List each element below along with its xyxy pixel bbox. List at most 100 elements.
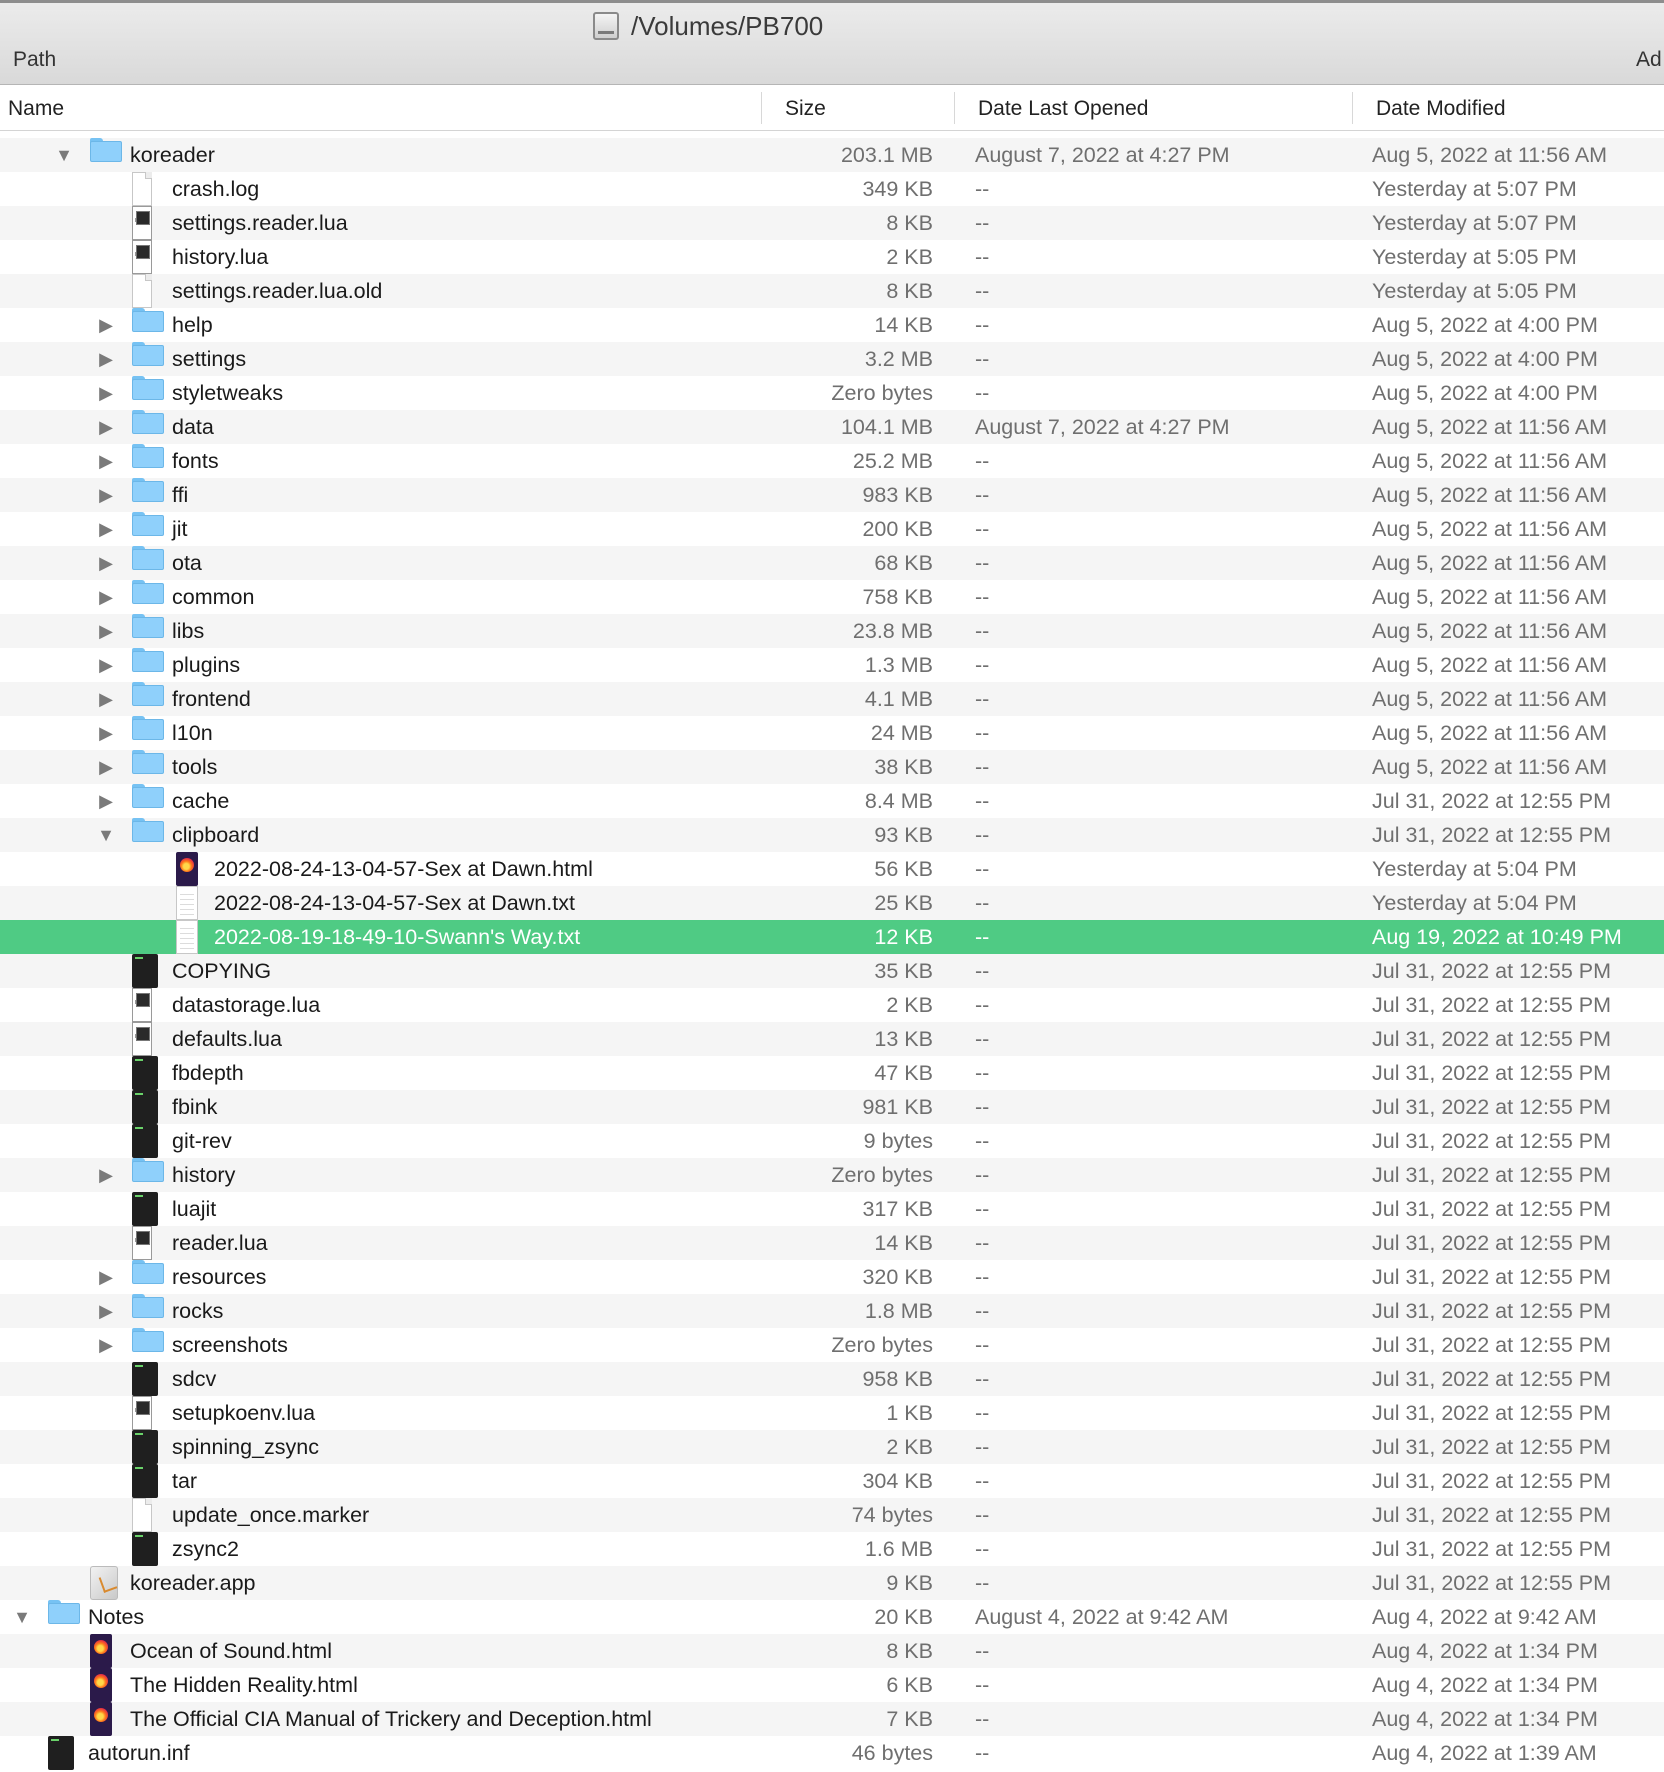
cell-size: 74 bytes — [851, 1503, 933, 1527]
table-row[interactable]: ▶ libs 23.8 MB -- Aug 5, 2022 at 11:56 AM — [0, 614, 1664, 648]
table-row[interactable]: update_once.marker 74 bytes -- Jul 31, 2022… — [0, 1498, 1664, 1532]
column-header-date-last-opened[interactable]: Date Last Opened — [978, 86, 1148, 130]
table-row[interactable]: 2022-08-24-13-04-57-Sex at Dawn.html 56 K… — [0, 852, 1664, 886]
table-row[interactable]: ▶ history Zero bytes -- Jul 31, 2022 at 12:5… — [0, 1158, 1664, 1192]
folder-icon — [132, 546, 164, 580]
disclosure-collapsed-icon[interactable]: ▶ — [96, 682, 116, 716]
lua-file-icon — [132, 1224, 152, 1260]
table-row[interactable]: The Hidden Reality.html 6 KB -- Aug 4, 2022… — [0, 1668, 1664, 1702]
column-header-size[interactable]: Size — [785, 86, 826, 130]
table-row[interactable]: settings.reader.lua 8 KB -- Yesterday at 5:… — [0, 204, 1664, 240]
disclosure-collapsed-icon[interactable]: ▶ — [96, 648, 116, 682]
disclosure-collapsed-icon[interactable]: ▶ — [96, 444, 116, 478]
column-header-date-modified[interactable]: Date Modified — [1376, 86, 1506, 130]
table-row[interactable]: ▶ ffi 983 KB -- Aug 5, 2022 at 11:56 AM — [0, 478, 1664, 512]
disclosure-collapsed-icon[interactable]: ▶ — [96, 1328, 116, 1362]
column-divider[interactable] — [761, 92, 762, 124]
table-row[interactable]: 2022-08-24-13-04-57-Sex at Dawn.txt 25 KB… — [0, 886, 1664, 920]
cell-modified: Aug 5, 2022 at 11:56 AM — [1372, 721, 1608, 745]
cell-modified: Aug 5, 2022 at 11:56 AM — [1372, 415, 1608, 439]
table-row[interactable]: ▶ frontend 4.1 MB -- Aug 5, 2022 at 11:56 AM — [0, 682, 1664, 716]
table-row[interactable]: ▶ l10n 24 MB -- Aug 5, 2022 at 11:56 AM — [0, 716, 1664, 750]
folder-icon — [132, 784, 164, 818]
column-divider[interactable] — [954, 92, 955, 124]
table-row[interactable]: 2022-08-19-18-49-10-Swann's Way.txt 12 KB… — [0, 920, 1664, 954]
table-row[interactable]: ▶ common 758 KB -- Aug 5, 2022 at 11:56 AM — [0, 580, 1664, 614]
disclosure-collapsed-icon[interactable]: ▶ — [96, 1260, 116, 1294]
disclosure-collapsed-icon[interactable]: ▶ — [96, 512, 116, 546]
folder-icon — [132, 1328, 164, 1362]
cell-opened: -- — [975, 993, 990, 1017]
cell-opened: -- — [975, 1435, 990, 1459]
table-row[interactable]: ▶ help 14 KB -- Aug 5, 2022 at 4:00 PM — [0, 308, 1664, 342]
disclosure-expanded-icon[interactable]: ▼ — [12, 1600, 32, 1634]
table-row[interactable]: COPYING 35 KB -- Jul 31, 2022 at 12:55 PM — [0, 954, 1664, 988]
table-row[interactable]: sdcv 958 KB -- Jul 31, 2022 at 12:55 PM — [0, 1362, 1664, 1396]
column-header-name[interactable]: Name — [8, 86, 64, 130]
cell-size: 4.1 MB — [864, 687, 933, 711]
disclosure-expanded-icon[interactable]: ▼ — [96, 818, 116, 852]
disclosure-collapsed-icon[interactable]: ▶ — [96, 1158, 116, 1192]
cell-name: COPYING — [172, 959, 272, 983]
table-row[interactable]: ▶ plugins 1.3 MB -- Aug 5, 2022 at 11:56 AM — [0, 648, 1664, 682]
column-divider[interactable] — [1352, 92, 1353, 124]
disclosure-collapsed-icon[interactable]: ▶ — [96, 342, 116, 376]
disclosure-collapsed-icon[interactable]: ▶ — [96, 1294, 116, 1328]
table-row[interactable]: reader.lua 14 KB -- Jul 31, 2022 at 12:55 P… — [0, 1224, 1664, 1260]
disclosure-collapsed-icon[interactable]: ▶ — [96, 716, 116, 750]
table-row[interactable]: fbink 981 KB -- Jul 31, 2022 at 12:55 PM — [0, 1090, 1664, 1124]
disclosure-expanded-icon[interactable]: ▼ — [54, 138, 74, 172]
table-row[interactable]: history.lua 2 KB -- Yesterday at 5:05 PM — [0, 238, 1664, 274]
table-row[interactable]: ▶ rocks 1.8 MB -- Jul 31, 2022 at 12:55 PM — [0, 1294, 1664, 1328]
table-row[interactable]: ▼ clipboard 93 KB -- Jul 31, 2022 at 12:55 P… — [0, 818, 1664, 852]
table-row[interactable]: ▼ Notes 20 KB August 4, 2022 at 9:42 AM Aug … — [0, 1600, 1664, 1634]
cell-size: 1.6 MB — [864, 1537, 933, 1561]
table-row[interactable]: koreader.app 9 KB -- Jul 31, 2022 at 12:55 … — [0, 1566, 1664, 1600]
table-row[interactable]: tar 304 KB -- Jul 31, 2022 at 12:55 PM — [0, 1464, 1664, 1498]
table-row[interactable]: luajit 317 KB -- Jul 31, 2022 at 12:55 PM — [0, 1192, 1664, 1226]
table-row[interactable]: defaults.lua 13 KB -- Jul 31, 2022 at 12:55… — [0, 1020, 1664, 1056]
add-toolbar-label[interactable]: Ad — [1636, 48, 1662, 72]
disclosure-collapsed-icon[interactable]: ▶ — [96, 410, 116, 444]
table-row[interactable]: ▶ styletweaks Zero bytes -- Aug 5, 2022 at 4… — [0, 376, 1664, 410]
table-row[interactable]: setupkoenv.lua 1 KB -- Jul 31, 2022 at 12:5… — [0, 1394, 1664, 1430]
table-row[interactable]: ▶ settings 3.2 MB -- Aug 5, 2022 at 4:00 PM — [0, 342, 1664, 376]
disclosure-collapsed-icon[interactable]: ▶ — [96, 308, 116, 342]
disclosure-collapsed-icon[interactable]: ▶ — [96, 750, 116, 784]
disclosure-collapsed-icon[interactable]: ▶ — [96, 546, 116, 580]
table-row[interactable]: zsync2 1.6 MB -- Jul 31, 2022 at 12:55 PM — [0, 1532, 1664, 1566]
table-row[interactable]: ▶ resources 320 KB -- Jul 31, 2022 at 12:55 … — [0, 1260, 1664, 1294]
table-row[interactable]: ▶ data 104.1 MB August 7, 2022 at 4:27 PM Au… — [0, 410, 1664, 444]
disclosure-collapsed-icon[interactable]: ▶ — [96, 614, 116, 648]
cell-modified: Jul 31, 2022 at 12:55 PM — [1372, 823, 1612, 847]
table-row[interactable]: The Official CIA Manual of Trickery and … — [0, 1702, 1664, 1736]
path-toolbar-label[interactable]: Path — [13, 48, 56, 72]
cell-size: 56 KB — [874, 857, 933, 881]
table-row[interactable]: spinning_zsync 2 KB -- Jul 31, 2022 at 12:5… — [0, 1430, 1664, 1464]
table-row[interactable]: ▶ jit 200 KB -- Aug 5, 2022 at 11:56 AM — [0, 512, 1664, 546]
cell-size: 12 KB — [874, 925, 933, 949]
table-row[interactable]: settings.reader.lua.old 8 KB -- Yesterday a… — [0, 274, 1664, 308]
table-row[interactable]: datastorage.lua 2 KB -- Jul 31, 2022 at 12:… — [0, 986, 1664, 1022]
table-row[interactable]: autorun.inf 46 bytes -- Aug 4, 2022 at 1:39… — [0, 1736, 1664, 1770]
cell-modified: Jul 31, 2022 at 12:55 PM — [1372, 1503, 1612, 1527]
cell-modified: Aug 5, 2022 at 11:56 AM — [1372, 653, 1608, 677]
cell-size: 981 KB — [862, 1095, 933, 1119]
table-row[interactable]: ▼ koreader 203.1 MB August 7, 2022 at 4:27 … — [0, 138, 1664, 172]
cell-modified: Aug 5, 2022 at 11:56 AM — [1372, 449, 1608, 473]
table-row[interactable]: crash.log 349 KB -- Yesterday at 5:07 PM — [0, 172, 1664, 206]
table-row[interactable]: fbdepth 47 KB -- Jul 31, 2022 at 12:55 PM — [0, 1056, 1664, 1090]
table-row[interactable]: ▶ tools 38 KB -- Aug 5, 2022 at 11:56 AM — [0, 750, 1664, 784]
cell-modified: Yesterday at 5:07 PM — [1372, 211, 1577, 235]
disclosure-collapsed-icon[interactable]: ▶ — [96, 376, 116, 410]
table-row[interactable]: ▶ screenshots Zero bytes -- Jul 31, 2022 at … — [0, 1328, 1664, 1362]
disclosure-collapsed-icon[interactable]: ▶ — [96, 580, 116, 614]
table-row[interactable]: ▶ cache 8.4 MB -- Jul 31, 2022 at 12:55 PM — [0, 784, 1664, 818]
table-row[interactable]: ▶ ota 68 KB -- Aug 5, 2022 at 11:56 AM — [0, 546, 1664, 580]
cell-opened: August 7, 2022 at 4:27 PM — [975, 415, 1230, 439]
table-row[interactable]: ▶ fonts 25.2 MB -- Aug 5, 2022 at 11:56 AM — [0, 444, 1664, 478]
disclosure-collapsed-icon[interactable]: ▶ — [96, 478, 116, 512]
table-row[interactable]: Ocean of Sound.html 8 KB -- Aug 4, 2022 at … — [0, 1634, 1664, 1668]
disclosure-collapsed-icon[interactable]: ▶ — [96, 784, 116, 818]
table-row[interactable]: git-rev 9 bytes -- Jul 31, 2022 at 12:55 PM — [0, 1124, 1664, 1158]
